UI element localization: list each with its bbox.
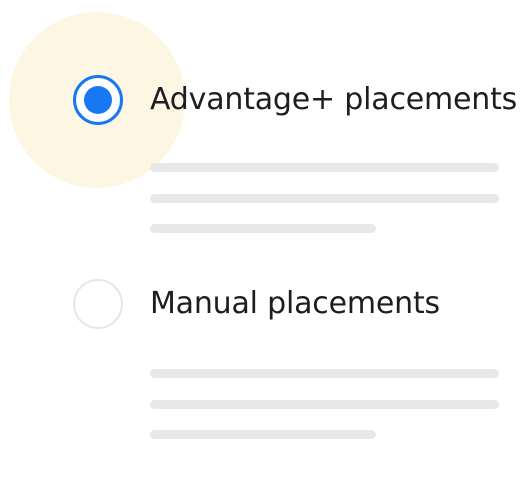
option-label-advantage-placements: Advantage+ placements [150,82,518,117]
description-placeholder-line [150,224,376,233]
radio-selected-dot [84,86,112,114]
radio-advantage-placements[interactable] [73,75,123,125]
radio-manual-placements[interactable] [73,279,123,329]
description-placeholder-line [150,400,499,409]
description-placeholder-line [150,194,499,203]
option-label-manual-placements: Manual placements [150,286,440,321]
description-placeholder-line [150,369,499,378]
description-placeholder-line [150,430,376,439]
description-placeholder-line [150,163,499,172]
